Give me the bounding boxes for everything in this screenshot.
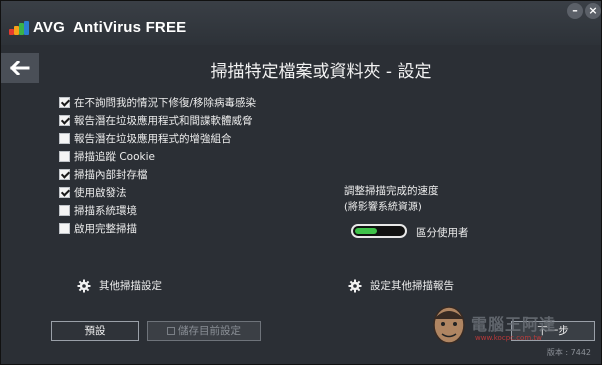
- save-current-settings-button[interactable]: 儲存目前設定: [147, 321, 261, 341]
- checkbox[interactable]: [59, 186, 70, 198]
- checkbox[interactable]: [59, 222, 70, 234]
- checkbox[interactable]: [59, 150, 70, 162]
- product-name: AntiVirus FREE: [73, 19, 187, 36]
- speed-level-label: 區分使用者: [416, 227, 469, 239]
- option-heuristics[interactable]: 使用啟發法: [59, 183, 256, 201]
- gear-icon: [348, 279, 362, 292]
- scan-options-list: 在不詢問我的情況下修復/移除病毒感染 報告潛在垃圾應用程式和間諜軟體威脅 報告潛…: [59, 93, 256, 237]
- checkbox[interactable]: [59, 114, 70, 126]
- option-label: 報告潛在垃圾應用程式和間諜軟體威脅: [74, 114, 253, 127]
- close-button[interactable]: ×: [585, 3, 601, 19]
- watermark-text: 電腦王阿達: [471, 315, 557, 334]
- checkbox[interactable]: [59, 96, 70, 108]
- speed-subtitle: (將影響系統資源): [344, 202, 422, 213]
- option-scan-archives[interactable]: 掃描內部封存檔: [59, 165, 256, 183]
- avg-logo: AVG AntiVirus FREE: [9, 19, 186, 36]
- brand-text: AVG: [33, 19, 65, 36]
- option-report-pup-enhanced[interactable]: 報告潛在垃圾應用程式的增強組合: [59, 129, 256, 147]
- watermark-url: www.kocpc.com.tw: [475, 334, 542, 342]
- page-header: 掃描特定檔案或資料夾 - 設定: [1, 51, 601, 87]
- option-label: 在不詢問我的情況下修復/移除病毒感染: [74, 96, 257, 109]
- link-label: 其他掃描設定: [99, 280, 162, 292]
- button-label: 儲存目前設定: [178, 325, 241, 337]
- speed-slider[interactable]: [351, 224, 407, 238]
- option-label: 啟用完整掃描: [74, 222, 137, 235]
- option-label: 掃描追蹤 Cookie: [74, 150, 155, 163]
- checkbox[interactable]: [59, 132, 70, 144]
- option-scan-system-env[interactable]: 掃描系統環境: [59, 201, 256, 219]
- minimize-button[interactable]: –: [567, 3, 583, 19]
- speed-slider-fill: [355, 228, 377, 234]
- option-report-pup-spyware[interactable]: 報告潛在垃圾應用程式和間諜軟體威脅: [59, 111, 256, 129]
- link-label: 設定其他掃描報告: [370, 280, 454, 292]
- option-thorough-scan[interactable]: 啟用完整掃描: [59, 219, 256, 237]
- page-title: 掃描特定檔案或資料夾 - 設定: [210, 62, 432, 82]
- other-scan-reports-link[interactable]: 設定其他掃描報告: [348, 278, 454, 293]
- other-scan-settings-link[interactable]: 其他掃描設定: [77, 278, 162, 293]
- option-label: 使用啟發法: [74, 186, 127, 199]
- option-auto-repair[interactable]: 在不詢問我的情況下修復/移除病毒感染: [59, 93, 256, 111]
- default-button[interactable]: 預設: [51, 321, 139, 341]
- gear-icon: [77, 279, 91, 292]
- checkbox[interactable]: [59, 168, 70, 180]
- option-label: 報告潛在垃圾應用程式的增強組合: [74, 132, 232, 145]
- avg-window: AVG AntiVirus FREE – × 掃描特定檔案或資料夾 - 設定 在…: [0, 0, 602, 365]
- option-scan-cookies[interactable]: 掃描追蹤 Cookie: [59, 147, 256, 165]
- option-label: 掃描系統環境: [74, 204, 137, 217]
- title-bar: AVG AntiVirus FREE – ×: [1, 1, 601, 45]
- mascot-icon: [433, 306, 465, 344]
- version-label: 版本 : 7442: [546, 348, 591, 357]
- option-label: 掃描內部封存檔: [74, 168, 148, 181]
- disk-icon: [167, 327, 175, 335]
- avg-logo-icon: [9, 20, 29, 35]
- speed-title: 調整掃描完成的速度: [344, 185, 439, 197]
- checkbox[interactable]: [59, 204, 70, 216]
- watermark: 電腦王阿達 www.kocpc.com.tw: [429, 301, 579, 351]
